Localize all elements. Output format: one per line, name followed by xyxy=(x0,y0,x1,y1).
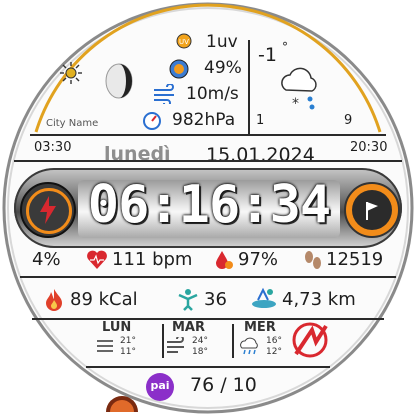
temp-min: 1 xyxy=(256,113,265,128)
uv-value: 1uv xyxy=(206,32,238,52)
forecast-high: 24° xyxy=(192,336,208,346)
forecast-divider xyxy=(162,324,164,358)
city-name: City Name xyxy=(46,118,99,129)
forecast-day-label: MER xyxy=(244,320,276,335)
stand-icon xyxy=(178,289,198,311)
sunrise-time: 03:30 xyxy=(34,140,72,155)
sun-icon xyxy=(60,62,82,84)
current-temp: -1 xyxy=(258,44,277,66)
flag-icon xyxy=(366,202,378,220)
brand-logo-icon xyxy=(292,322,328,358)
stats-separator xyxy=(20,276,396,278)
pai-badge: pai xyxy=(146,373,174,401)
forecast-low: 12° xyxy=(266,347,282,357)
uv-icon: UV xyxy=(176,33,192,49)
forecast-low: 18° xyxy=(192,347,208,357)
distance-icon xyxy=(252,287,276,308)
digital-time: 06:16:34 xyxy=(87,175,331,235)
top-divider xyxy=(248,40,250,134)
forecast-day-3: MER 16° 12° xyxy=(238,320,296,364)
calories-value: 89 kCal xyxy=(70,289,138,310)
battery-value: 4% xyxy=(32,249,61,270)
wind-icon xyxy=(154,84,174,104)
forecast-high: 21° xyxy=(120,336,136,346)
heart-icon xyxy=(87,250,107,269)
degree-symbol: ° xyxy=(282,40,288,54)
forecast-day-2: MAR 24° 18° xyxy=(166,320,224,364)
wind-icon xyxy=(167,337,184,353)
sunset-mini-icon xyxy=(106,396,138,412)
date: 15.01.2024 xyxy=(206,144,315,166)
fog-icon xyxy=(97,340,113,352)
forecast-separator xyxy=(86,366,330,368)
humidity-icon xyxy=(169,59,189,79)
barometer-icon xyxy=(143,112,161,130)
forecast-day-label: LUN xyxy=(102,320,132,335)
pressure-value: 982hPa xyxy=(172,110,236,130)
pai-badge-label: pai xyxy=(150,379,170,392)
wind-value: 10m/s xyxy=(186,84,239,104)
forecast-low: 11° xyxy=(120,347,136,357)
alarm-shortcut-button[interactable] xyxy=(20,182,76,238)
spo2-value: 97% xyxy=(238,249,279,270)
steps-icon xyxy=(305,251,321,269)
pai-value: 76 / 10 xyxy=(190,374,257,396)
stand-value: 36 xyxy=(204,289,227,310)
date-underline xyxy=(14,160,402,162)
sunset-time: 20:30 xyxy=(350,140,388,155)
moon-phase-icon xyxy=(105,63,133,99)
forecast-day-label: MAR xyxy=(172,320,206,335)
spo2-icon xyxy=(216,251,233,269)
heart-rate-value: 111 bpm xyxy=(112,249,193,270)
svg-text:*: * xyxy=(292,96,299,112)
distance-value: 4,73 km xyxy=(282,289,356,310)
flag-shortcut-button[interactable] xyxy=(344,182,400,238)
temp-max: 9 xyxy=(344,113,353,128)
top-separator xyxy=(30,134,386,136)
snow-cloud-icon: * xyxy=(281,67,317,112)
svg-text:UV: UV xyxy=(179,38,189,46)
steps-value: 12519 xyxy=(326,249,384,270)
humidity-value: 49% xyxy=(204,58,242,78)
lightning-icon xyxy=(40,196,56,224)
forecast-day-1: LUN 21° 11° xyxy=(96,320,154,364)
rain-cloud-icon xyxy=(240,337,258,355)
forecast-high: 16° xyxy=(266,336,282,346)
calories-flame-icon xyxy=(46,289,62,311)
forecast-divider xyxy=(232,324,234,358)
